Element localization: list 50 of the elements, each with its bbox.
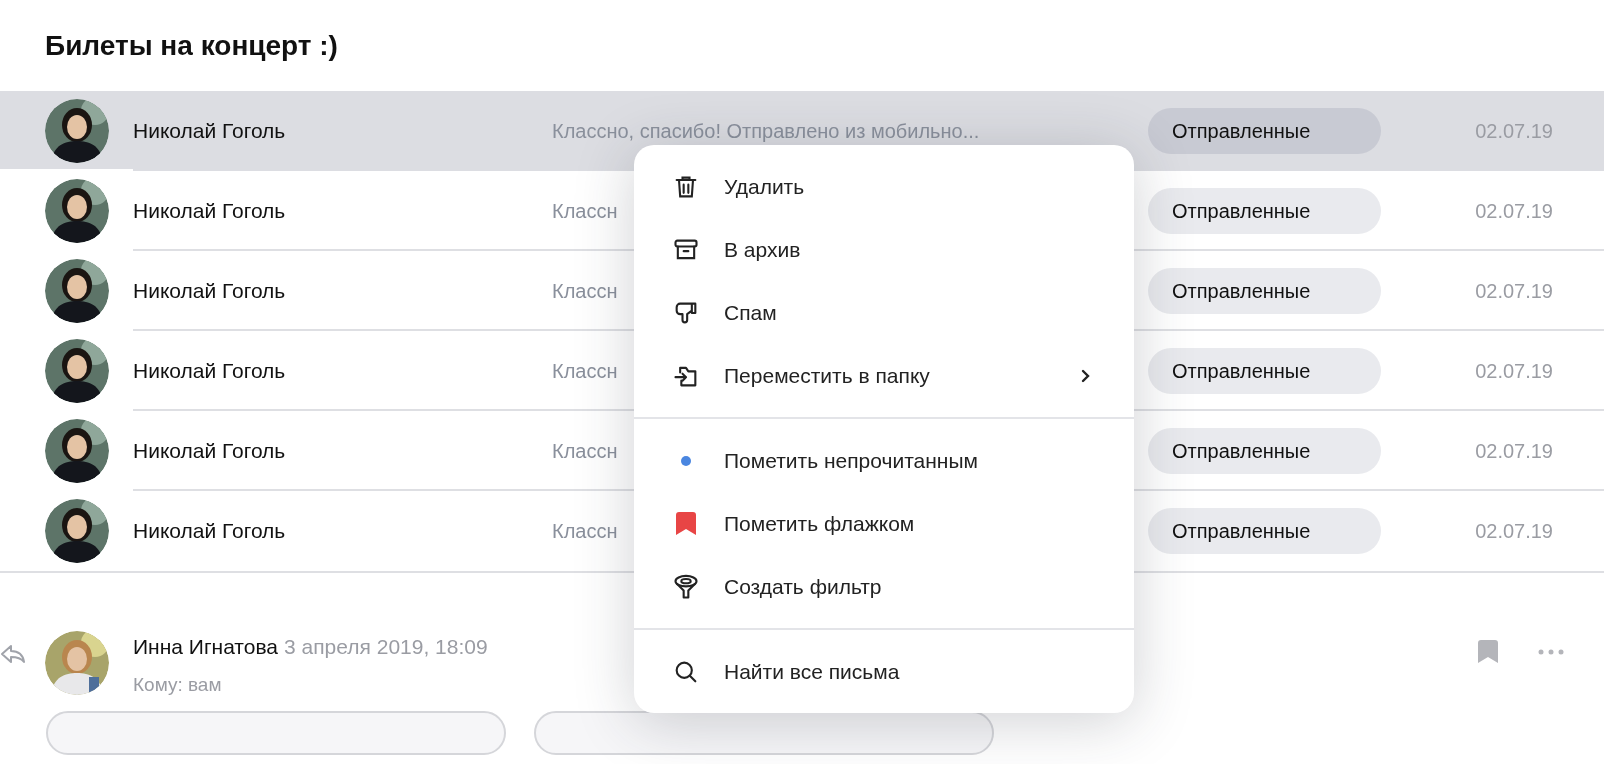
folder-tag: Отправленные — [1148, 348, 1381, 394]
menu-item[interactable]: Найти все письма — [634, 640, 1134, 703]
menu-item[interactable]: Переместить в папку — [634, 344, 1134, 407]
bookmark-icon[interactable] — [1476, 639, 1500, 665]
message-preview: Классн — [552, 199, 618, 224]
menu-item[interactable]: Спам — [634, 281, 1134, 344]
folder-tag: Отправленные — [1148, 268, 1381, 314]
sender-name: Николай Гоголь — [133, 118, 287, 145]
sender-name: Николай Гоголь — [133, 438, 287, 465]
menu-item-label: В архив — [724, 236, 801, 263]
sender-name: Николай Гоголь — [133, 278, 287, 305]
folder-tag: Отправленные — [1148, 428, 1381, 474]
menu-item[interactable]: Создать фильтр — [634, 555, 1134, 618]
sender-name: Николай Гоголь — [133, 518, 287, 545]
folder-tag: Отправленные — [1148, 188, 1381, 234]
menu-item-label: Переместить в папку — [724, 362, 930, 389]
message-date: 02.07.19 — [1475, 439, 1553, 464]
menu-item[interactable]: Пометить флажком — [634, 492, 1134, 555]
menu-item-label: Спам — [724, 299, 777, 326]
message-date: 02.07.19 — [1475, 119, 1553, 144]
menu-item[interactable]: Пометить непрочитанным — [634, 429, 1134, 492]
sender-name: Николай Гоголь — [133, 198, 287, 225]
message-date: 02.07.19 — [1475, 279, 1553, 304]
message-date: 02.07.19 — [1475, 199, 1553, 224]
action-button[interactable] — [46, 711, 506, 755]
menu-item-label: Пометить флажком — [724, 510, 915, 537]
menu-item[interactable]: В архив — [634, 218, 1134, 281]
message-date: 3 апреля 2019, 18:09 — [284, 634, 488, 660]
message-preview: Классн — [552, 279, 618, 304]
more-icon[interactable] — [1538, 649, 1564, 655]
message-preview: Классн — [552, 439, 618, 464]
filter-funnel-icon — [672, 572, 700, 601]
message-date: 02.07.19 — [1475, 519, 1553, 544]
message-date: 02.07.19 — [1475, 359, 1553, 384]
folder-tag: Отправленные — [1148, 508, 1381, 554]
menu-item-label: Пометить непрочитанным — [724, 447, 978, 474]
menu-item-label: Найти все письма — [724, 658, 900, 685]
reply-arrow-icon[interactable] — [0, 643, 26, 665]
message-preview: Классн — [552, 519, 618, 544]
message-preview: Классн — [552, 359, 618, 384]
action-button[interactable] — [534, 711, 994, 755]
message-preview: Классно, спасибо! Отправлено из мобильно... — [552, 119, 980, 144]
menu-item-label: Удалить — [724, 173, 805, 200]
menu-item-label: Создать фильтр — [724, 573, 882, 600]
thread-title: Билеты на концерт :) — [45, 28, 338, 63]
sender-name: Николай Гоголь — [133, 358, 287, 385]
sender-name: Инна Игнатова — [133, 634, 279, 660]
folder-tag: Отправленные — [1148, 108, 1381, 154]
recipient-line: Кому: вам — [133, 672, 223, 697]
message-row[interactable]: Николай Гоголь Классно, спасибо! Отправлено из мобильно... Отправленные 02.07.19 — [0, 91, 1604, 171]
